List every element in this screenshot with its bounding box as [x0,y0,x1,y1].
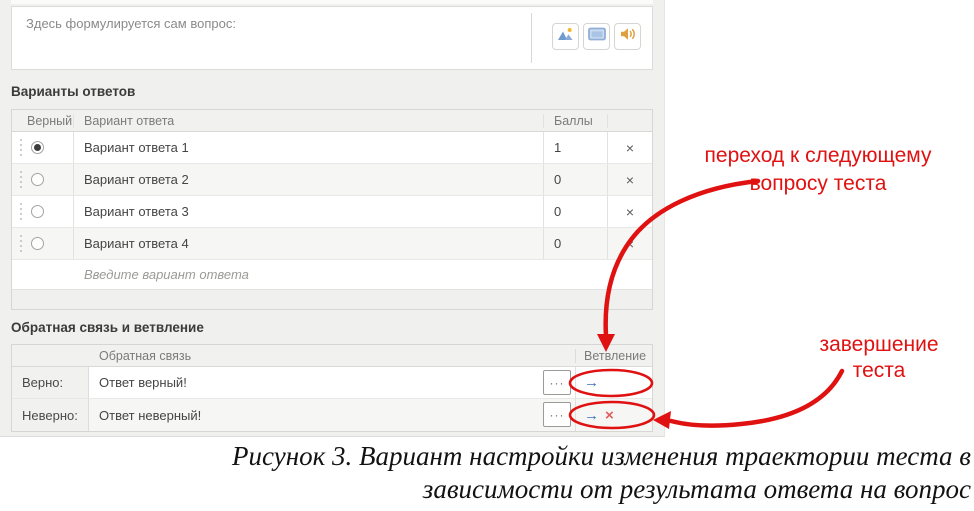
delete-answer-button[interactable]: × [608,196,652,227]
answer-points-input[interactable]: 1 [544,132,608,163]
question-card: Здесь формулируется сам вопрос: [11,6,653,70]
drag-handle-icon[interactable] [20,235,22,252]
correct-radio[interactable] [31,205,44,218]
header-correct: Верный [12,114,74,128]
drag-handle-icon[interactable] [20,139,22,156]
annotation-line: вопросу теста [678,170,958,198]
answers-table-header: Верный Вариант ответа Баллы [12,110,652,132]
answer-text-input[interactable]: Вариант ответа 1 [74,132,544,163]
answer-points-input[interactable]: 0 [544,164,608,195]
feedback-row-incorrect: Неверно: Ответ неверный! ··· → × [12,399,652,431]
drag-handle-icon[interactable] [20,203,22,220]
answer-row: Вариант ответа 2 0 × [12,164,652,196]
answer-text-input[interactable]: Вариант ответа 4 [74,228,544,259]
feedback-text-input[interactable]: Ответ верный! [99,375,187,390]
header-answer: Вариант ответа [74,114,544,128]
question-editor-panel: Здесь формулируется сам вопрос: [0,0,665,437]
caption-line: Рисунок 3. Вариант настройки изменения т… [111,440,971,473]
audio-icon [620,27,636,46]
feedback-table-header: Обратная связь Ветвление [12,345,652,367]
correct-radio[interactable] [31,173,44,186]
cropped-toolbar-edge [11,0,653,4]
insert-image-button[interactable] [552,23,579,50]
answers-section-title: Варианты ответов [11,84,135,99]
correct-radio[interactable] [31,237,44,250]
more-options-button[interactable]: ··· [543,370,571,395]
answer-points-input[interactable]: 0 [544,196,608,227]
table-empty-area [12,290,652,309]
branching-cell: → [575,367,652,398]
branch-end-test-icon[interactable]: × [605,408,614,423]
image-icon [557,27,574,46]
header-branching: Ветвление [575,349,652,363]
more-options-button[interactable]: ··· [543,402,571,427]
answer-text-input[interactable]: Вариант ответа 3 [74,196,544,227]
figure-caption: Рисунок 3. Вариант настройки изменения т… [111,440,971,506]
header-points: Баллы [544,114,608,128]
insert-audio-button[interactable] [614,23,641,50]
answer-row: Вариант ответа 4 0 × [12,228,652,260]
answer-row: Вариант ответа 1 1 × [12,132,652,164]
insert-video-button[interactable] [583,23,610,50]
correct-radio[interactable] [31,141,44,154]
branching-cell: → × [575,399,652,431]
feedback-row-correct: Верно: Ответ верный! ··· → [12,367,652,399]
branch-next-question-icon[interactable]: → [584,375,599,390]
annotation-next-question: переход к следующему вопросу теста [678,142,958,198]
feedback-text-input[interactable]: Ответ неверный! [99,408,201,423]
figure: Здесь формулируется сам вопрос: [0,0,974,511]
caption-line: зависимости от результата ответа на вопр… [111,473,971,506]
feedback-table: Обратная связь Ветвление Верно: Ответ ве… [11,344,653,432]
branch-next-question-icon[interactable]: → [584,408,599,423]
delete-answer-button[interactable]: × [608,228,652,259]
answers-table: Верный Вариант ответа Баллы Вариант отве… [11,109,653,310]
video-icon [588,27,606,46]
drag-handle-icon[interactable] [20,171,22,188]
feedback-section-title: Обратная связь и ветвление [11,320,204,335]
annotation-end-test: завершение теста [798,332,960,384]
question-input[interactable]: Здесь формулируется сам вопрос: [26,16,236,31]
media-button-group [552,23,641,50]
divider [531,13,532,63]
row-label: Верно: [12,367,89,398]
delete-answer-button[interactable]: × [608,164,652,195]
annotation-line: завершение [798,332,960,358]
annotation-line: теста [798,358,960,384]
answer-points-input[interactable]: 0 [544,228,608,259]
answer-text-input[interactable]: Вариант ответа 2 [74,164,544,195]
new-answer-input[interactable]: Введите вариант ответа [12,260,652,290]
annotation-line: переход к следующему [678,142,958,170]
header-feedback: Обратная связь [89,349,575,363]
answer-row: Вариант ответа 3 0 × [12,196,652,228]
row-label: Неверно: [12,399,89,431]
delete-answer-button[interactable]: × [608,132,652,163]
